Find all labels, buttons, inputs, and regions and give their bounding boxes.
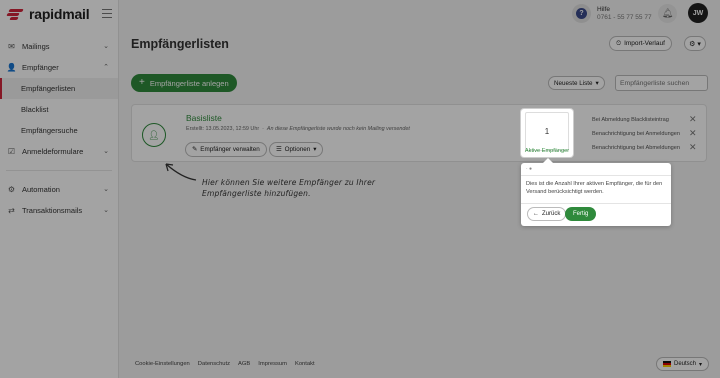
arrow-left-icon: ← <box>533 211 539 217</box>
active-recipients-stat: 1 <box>525 112 569 151</box>
done-button[interactable]: Fertig <box>565 207 597 221</box>
active-recipients-highlight: 1 Aktive Empfänger <box>521 109 573 157</box>
tooltip-progress: · ● <box>526 166 533 172</box>
tooltip-text: Dies ist die Anzahl Ihrer aktiven Empfän… <box>526 181 663 195</box>
active-recipients-label: Aktive Empfänger <box>524 148 570 154</box>
active-recipients-count: 1 <box>544 127 550 136</box>
onboarding-tooltip: · ● Dies ist die Anzahl Ihrer aktiven Em… <box>521 158 671 226</box>
annotation-text: Hier können Sie weitere Empfänger zu Ihr… <box>202 178 376 198</box>
back-button[interactable]: ← Zurück <box>527 207 567 221</box>
